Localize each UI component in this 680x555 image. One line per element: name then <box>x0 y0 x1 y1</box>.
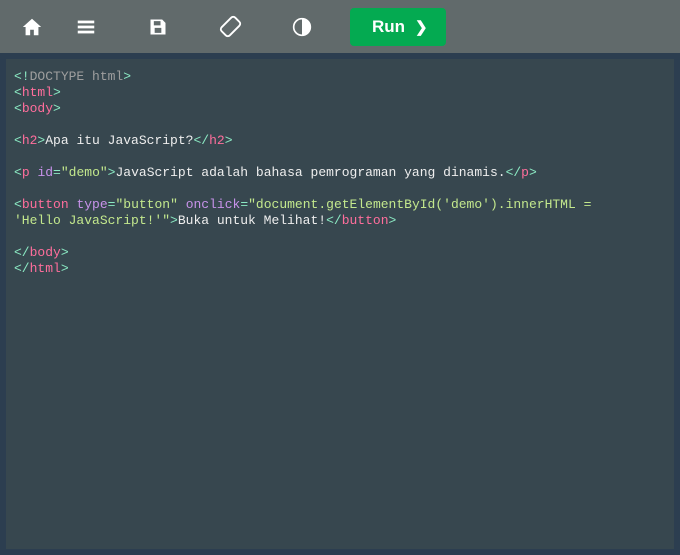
home-button[interactable] <box>8 7 56 47</box>
rotate-button[interactable] <box>206 7 254 47</box>
home-icon <box>21 16 43 38</box>
save-icon <box>148 17 168 37</box>
toolbar: Run ❯ <box>0 0 680 53</box>
editor-container: <!DOCTYPE html> <html> <body> <h2>Apa it… <box>0 53 680 555</box>
rotate-icon <box>219 15 242 38</box>
theme-button[interactable] <box>278 7 326 47</box>
chevron-right-icon: ❯ <box>415 18 428 36</box>
contrast-icon <box>292 17 312 37</box>
save-button[interactable] <box>134 7 182 47</box>
menu-button[interactable] <box>62 7 110 47</box>
run-button[interactable]: Run ❯ <box>350 8 446 46</box>
menu-icon <box>75 16 97 38</box>
code-editor[interactable]: <!DOCTYPE html> <html> <body> <h2>Apa it… <box>6 59 674 549</box>
run-button-label: Run <box>372 17 405 37</box>
